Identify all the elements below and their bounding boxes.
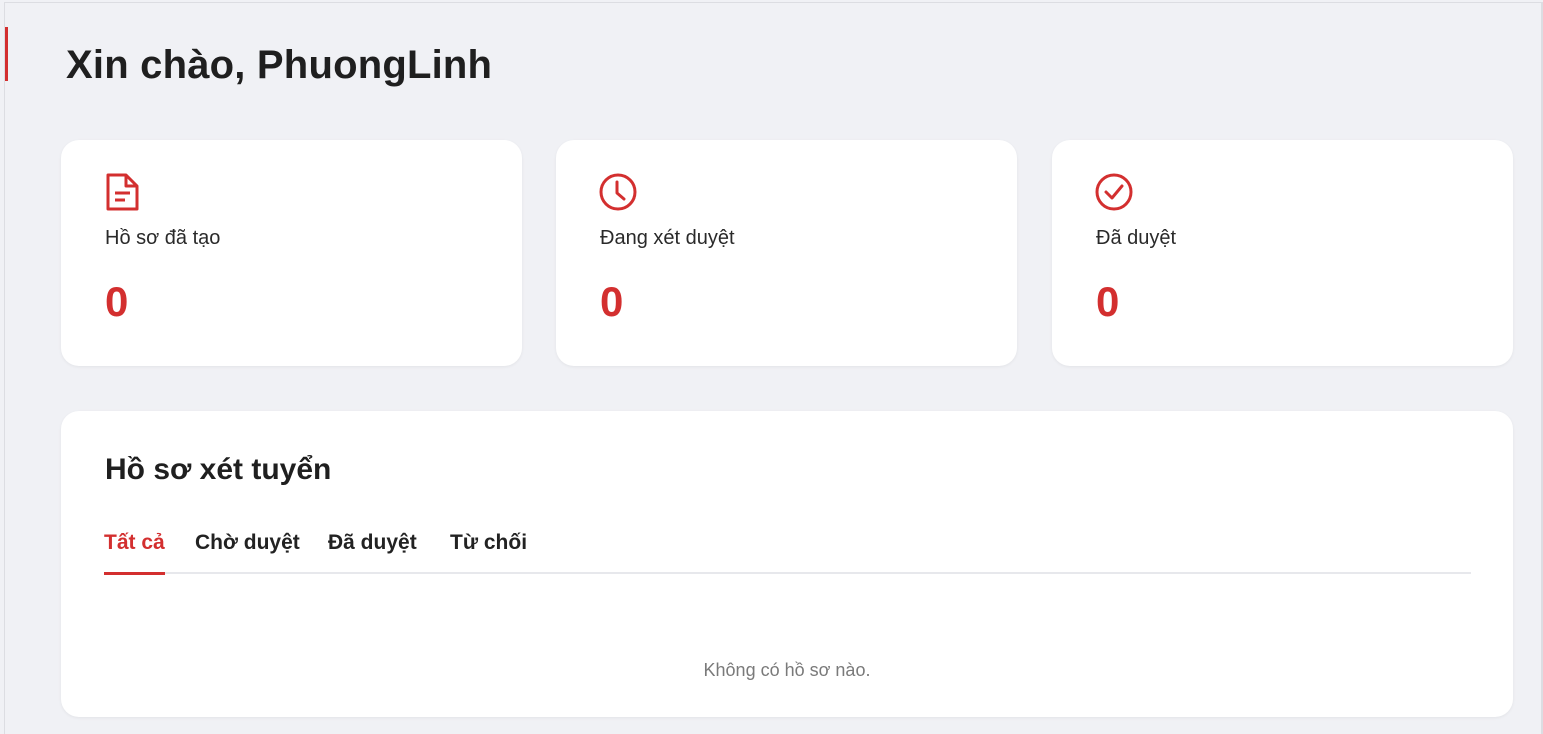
accent-bar bbox=[5, 27, 8, 81]
stat-value: 0 bbox=[600, 278, 624, 325]
stat-card-approved: Đã duyệt 0 bbox=[1052, 140, 1513, 366]
tab-approved[interactable]: Đã duyệt bbox=[328, 531, 417, 574]
stat-label: Hồ sơ đã tạo bbox=[105, 227, 221, 249]
tab-rejected[interactable]: Từ chối bbox=[450, 531, 527, 574]
check-circle-icon bbox=[1095, 173, 1133, 211]
tab-all[interactable]: Tất cả bbox=[104, 531, 165, 575]
stat-value: 0 bbox=[1096, 278, 1120, 325]
tab-bar: Tất cả Chờ duyệt Đã duyệt Từ chối bbox=[104, 529, 1471, 575]
stat-label: Đã duyệt bbox=[1096, 227, 1177, 249]
page-title: Xin chào, PhuongLinh bbox=[66, 43, 493, 87]
clock-icon bbox=[599, 173, 637, 211]
stat-label: Đang xét duyệt bbox=[600, 227, 735, 249]
applications-panel: Hồ sơ xét tuyển Tất cả Chờ duyệt Đã duyệ… bbox=[61, 411, 1513, 717]
section-title: Hồ sơ xét tuyển bbox=[105, 453, 332, 486]
stat-card-reviewing: Đang xét duyệt 0 bbox=[556, 140, 1017, 366]
empty-state-message: Không có hồ sơ nào. bbox=[703, 660, 871, 680]
stat-card-created: Hồ sơ đã tạo 0 bbox=[61, 140, 522, 366]
document-icon bbox=[106, 173, 139, 211]
stat-value: 0 bbox=[105, 278, 129, 325]
tab-pending[interactable]: Chờ duyệt bbox=[195, 531, 300, 574]
